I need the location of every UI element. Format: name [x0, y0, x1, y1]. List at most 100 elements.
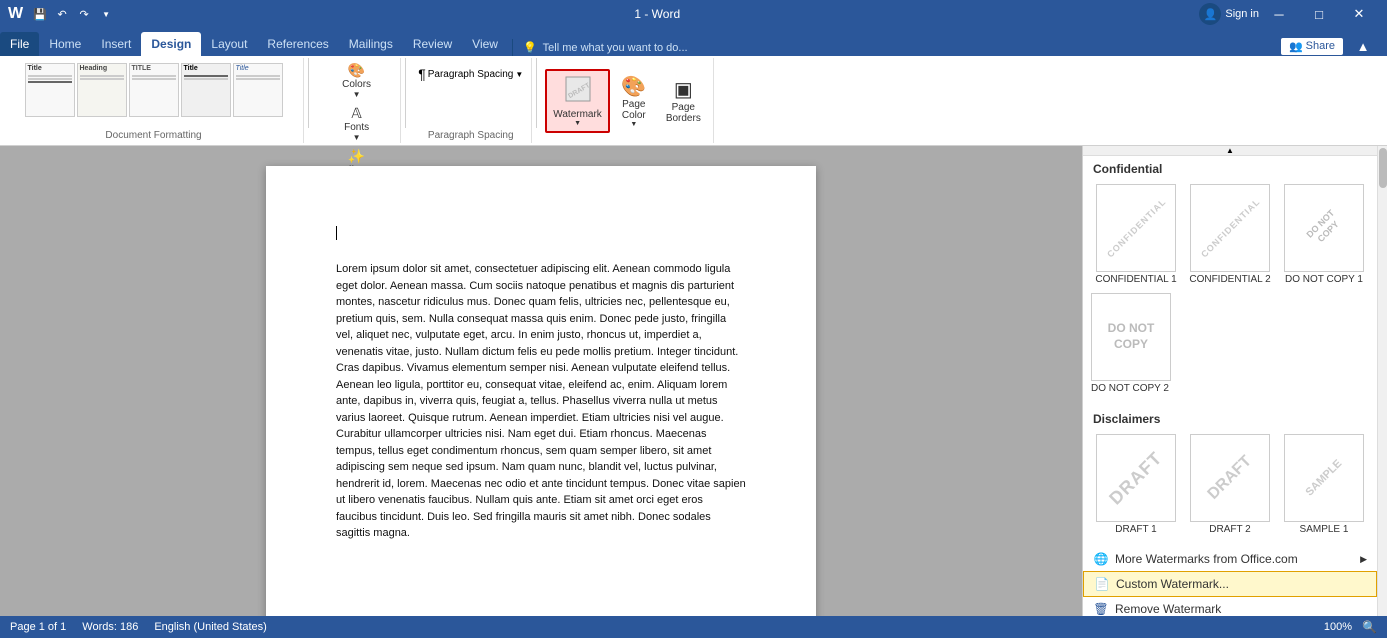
more-watermarks-icon: 🌐: [1093, 551, 1109, 567]
page-color-label2: Color: [622, 110, 646, 121]
more-watermarks-item[interactable]: 🌐 More Watermarks from Office.com ▶: [1083, 547, 1377, 571]
watermark-item-donotcopy2[interactable]: DO NOTCOPY DO NOT COPY 2: [1091, 293, 1369, 394]
remove-watermark-label: Remove Watermark: [1115, 602, 1221, 616]
page-borders-label: Page: [672, 102, 695, 113]
tab-layout[interactable]: Layout: [201, 32, 257, 56]
tab-insert[interactable]: Insert: [91, 32, 141, 56]
tab-mailings[interactable]: Mailings: [339, 32, 403, 56]
page-borders-icon: ▣: [674, 77, 693, 102]
remove-watermark-item[interactable]: 🗑 Remove Watermark: [1083, 597, 1377, 616]
watermark-thumb-confidential1[interactable]: CONFIDENTIAL: [1096, 184, 1176, 272]
cursor: [336, 226, 337, 240]
watermark-thumb-draft1[interactable]: DRAFT: [1096, 434, 1176, 522]
ribbon-minimize-btn[interactable]: ▲: [1343, 36, 1383, 56]
theme-thumb-4[interactable]: Title: [181, 63, 231, 117]
watermark-thumb-donotcopy2[interactable]: DO NOTCOPY: [1091, 293, 1171, 381]
zoom-level[interactable]: 100%: [1324, 621, 1352, 633]
share-label: Share: [1306, 40, 1335, 52]
title-bar-title: 1 - Word: [115, 7, 1199, 21]
theme-thumb-5[interactable]: Title: [233, 63, 283, 117]
watermark-thumb-draft2[interactable]: DRAFT: [1190, 434, 1270, 522]
quick-access-customize[interactable]: ▼: [97, 5, 115, 23]
watermark-label-draft1: DRAFT 1: [1115, 524, 1157, 535]
word-count[interactable]: Words: 186: [82, 621, 138, 633]
restore-button[interactable]: □: [1299, 0, 1339, 28]
tab-design[interactable]: Design: [141, 32, 201, 56]
title-bar-left: W 💾 ↶ ↷ ▼: [8, 5, 115, 23]
watermark-text-sample1: SAMPLE: [1304, 458, 1345, 499]
ribbon-content: Title Heading TITLE Title Title: [0, 56, 1387, 146]
watermark-thumb-donotcopy1[interactable]: DO NOTCOPY: [1284, 184, 1364, 272]
word-icon: W: [8, 5, 23, 23]
status-right: 100% 🔍: [1324, 620, 1377, 634]
panel-scroll-up[interactable]: ▲: [1083, 146, 1377, 156]
watermark-text-draft1: DRAFT: [1105, 447, 1167, 509]
panel-scrollbar[interactable]: [1377, 146, 1387, 616]
watermark-text-confidential2: CONFIDENTIAL: [1199, 197, 1262, 260]
close-button[interactable]: ✕: [1339, 0, 1379, 28]
watermark-label: Watermark: [553, 109, 602, 120]
tab-home[interactable]: Home: [39, 32, 91, 56]
lightbulb-icon: 💡: [523, 41, 537, 54]
tab-view[interactable]: View: [462, 32, 508, 56]
watermark-arrow: ▼: [574, 120, 581, 127]
minimize-button[interactable]: ─: [1259, 0, 1299, 28]
quick-access-undo[interactable]: ↶: [53, 5, 71, 23]
watermark-label-draft2: DRAFT 2: [1209, 524, 1251, 535]
watermark-thumb-confidential2[interactable]: CONFIDENTIAL: [1190, 184, 1270, 272]
scrollbar-track[interactable]: [1378, 146, 1387, 616]
sign-in-label[interactable]: Sign in: [1225, 8, 1259, 20]
sign-in-area[interactable]: 👤 Sign in: [1199, 0, 1259, 28]
custom-watermark-icon: 📄: [1094, 576, 1110, 592]
custom-watermark-item[interactable]: 📄 Custom Watermark...: [1083, 571, 1377, 597]
watermark-icon: DRAFT: [564, 75, 592, 109]
doc-formatting-label: Document Formatting: [105, 130, 201, 141]
tab-references[interactable]: References: [257, 32, 338, 56]
watermark-item-donotcopy1[interactable]: DO NOTCOPY DO NOT COPY 1: [1279, 184, 1369, 285]
main-content: Lorem ipsum dolor sit amet, consectetuer…: [0, 146, 1387, 616]
page-info[interactable]: Page 1 of 1: [10, 621, 66, 633]
watermark-item-draft1[interactable]: DRAFT DRAFT 1: [1091, 434, 1181, 535]
watermark-item-confidential1[interactable]: CONFIDENTIAL CONFIDENTIAL 1: [1091, 184, 1181, 285]
quick-access-save[interactable]: 💾: [31, 5, 49, 23]
tell-me-text[interactable]: Tell me what you want to do...: [543, 42, 688, 54]
watermark-item-draft2[interactable]: DRAFT DRAFT 2: [1185, 434, 1275, 535]
page-color-button[interactable]: 🎨 Page Color ▼: [612, 68, 656, 134]
confidential-grid: CONFIDENTIAL CONFIDENTIAL 1 CONFIDENTIAL…: [1083, 180, 1377, 289]
quick-access-redo[interactable]: ↷: [75, 5, 93, 23]
tab-file[interactable]: File: [0, 32, 39, 56]
colors-chevron: ▼: [353, 90, 361, 99]
theme-thumb-1[interactable]: Title: [25, 63, 75, 117]
fonts-button[interactable]: 𝔸 Fonts ▼: [317, 103, 396, 144]
disclaimers-grid: DRAFT DRAFT 1 DRAFT DRAFT 2 SA: [1083, 430, 1377, 539]
share-button[interactable]: 👥 Share: [1281, 38, 1343, 55]
theme-gallery: Title Heading TITLE Title Title: [25, 60, 283, 120]
tab-review[interactable]: Review: [403, 32, 462, 56]
watermark-label-sample1: SAMPLE 1: [1300, 524, 1349, 535]
zoom-slider-icon[interactable]: 🔍: [1362, 620, 1377, 634]
page-color-label: Page: [622, 99, 645, 110]
theme-thumb-2[interactable]: Heading: [77, 63, 127, 117]
page-borders-label2: Borders: [666, 113, 701, 124]
colors-button[interactable]: 🎨 Colors ▼: [317, 60, 396, 101]
page-color-arrow: ▼: [630, 121, 637, 128]
share-icon: 👥: [1289, 40, 1303, 53]
tell-me-bar[interactable]: 💡 Tell me what you want to do...: [512, 39, 698, 56]
paragraph-spacing-button[interactable]: ¶ Paragraph Spacing ▼: [414, 64, 527, 84]
scrollbar-thumb[interactable]: [1379, 148, 1387, 188]
watermark-item-confidential2[interactable]: CONFIDENTIAL CONFIDENTIAL 2: [1185, 184, 1275, 285]
title-bar: W 💾 ↶ ↷ ▼ 1 - Word 👤 Sign in ─ □ ✕: [0, 0, 1387, 28]
watermark-grid-donotcopy2: DO NOTCOPY DO NOT COPY 2: [1083, 289, 1377, 398]
more-watermarks-label: More Watermarks from Office.com: [1115, 552, 1298, 566]
doc-area[interactable]: Lorem ipsum dolor sit amet, consectetuer…: [0, 146, 1082, 616]
watermark-button[interactable]: DRAFT Watermark ▼: [545, 69, 610, 133]
watermark-text-confidential1: CONFIDENTIAL: [1105, 197, 1168, 260]
language[interactable]: English (United States): [154, 621, 267, 633]
watermark-thumb-sample1[interactable]: SAMPLE: [1284, 434, 1364, 522]
theme-thumb-3[interactable]: TITLE: [129, 63, 179, 117]
ribbon-group-themes: Title Heading TITLE Title Title: [4, 58, 304, 143]
watermark-item-sample1[interactable]: SAMPLE SAMPLE 1: [1279, 434, 1369, 535]
para-icon: ¶: [418, 66, 426, 82]
watermark-label-confidential1: CONFIDENTIAL 1: [1095, 274, 1176, 285]
page-borders-button[interactable]: ▣ Page Borders: [658, 71, 709, 130]
